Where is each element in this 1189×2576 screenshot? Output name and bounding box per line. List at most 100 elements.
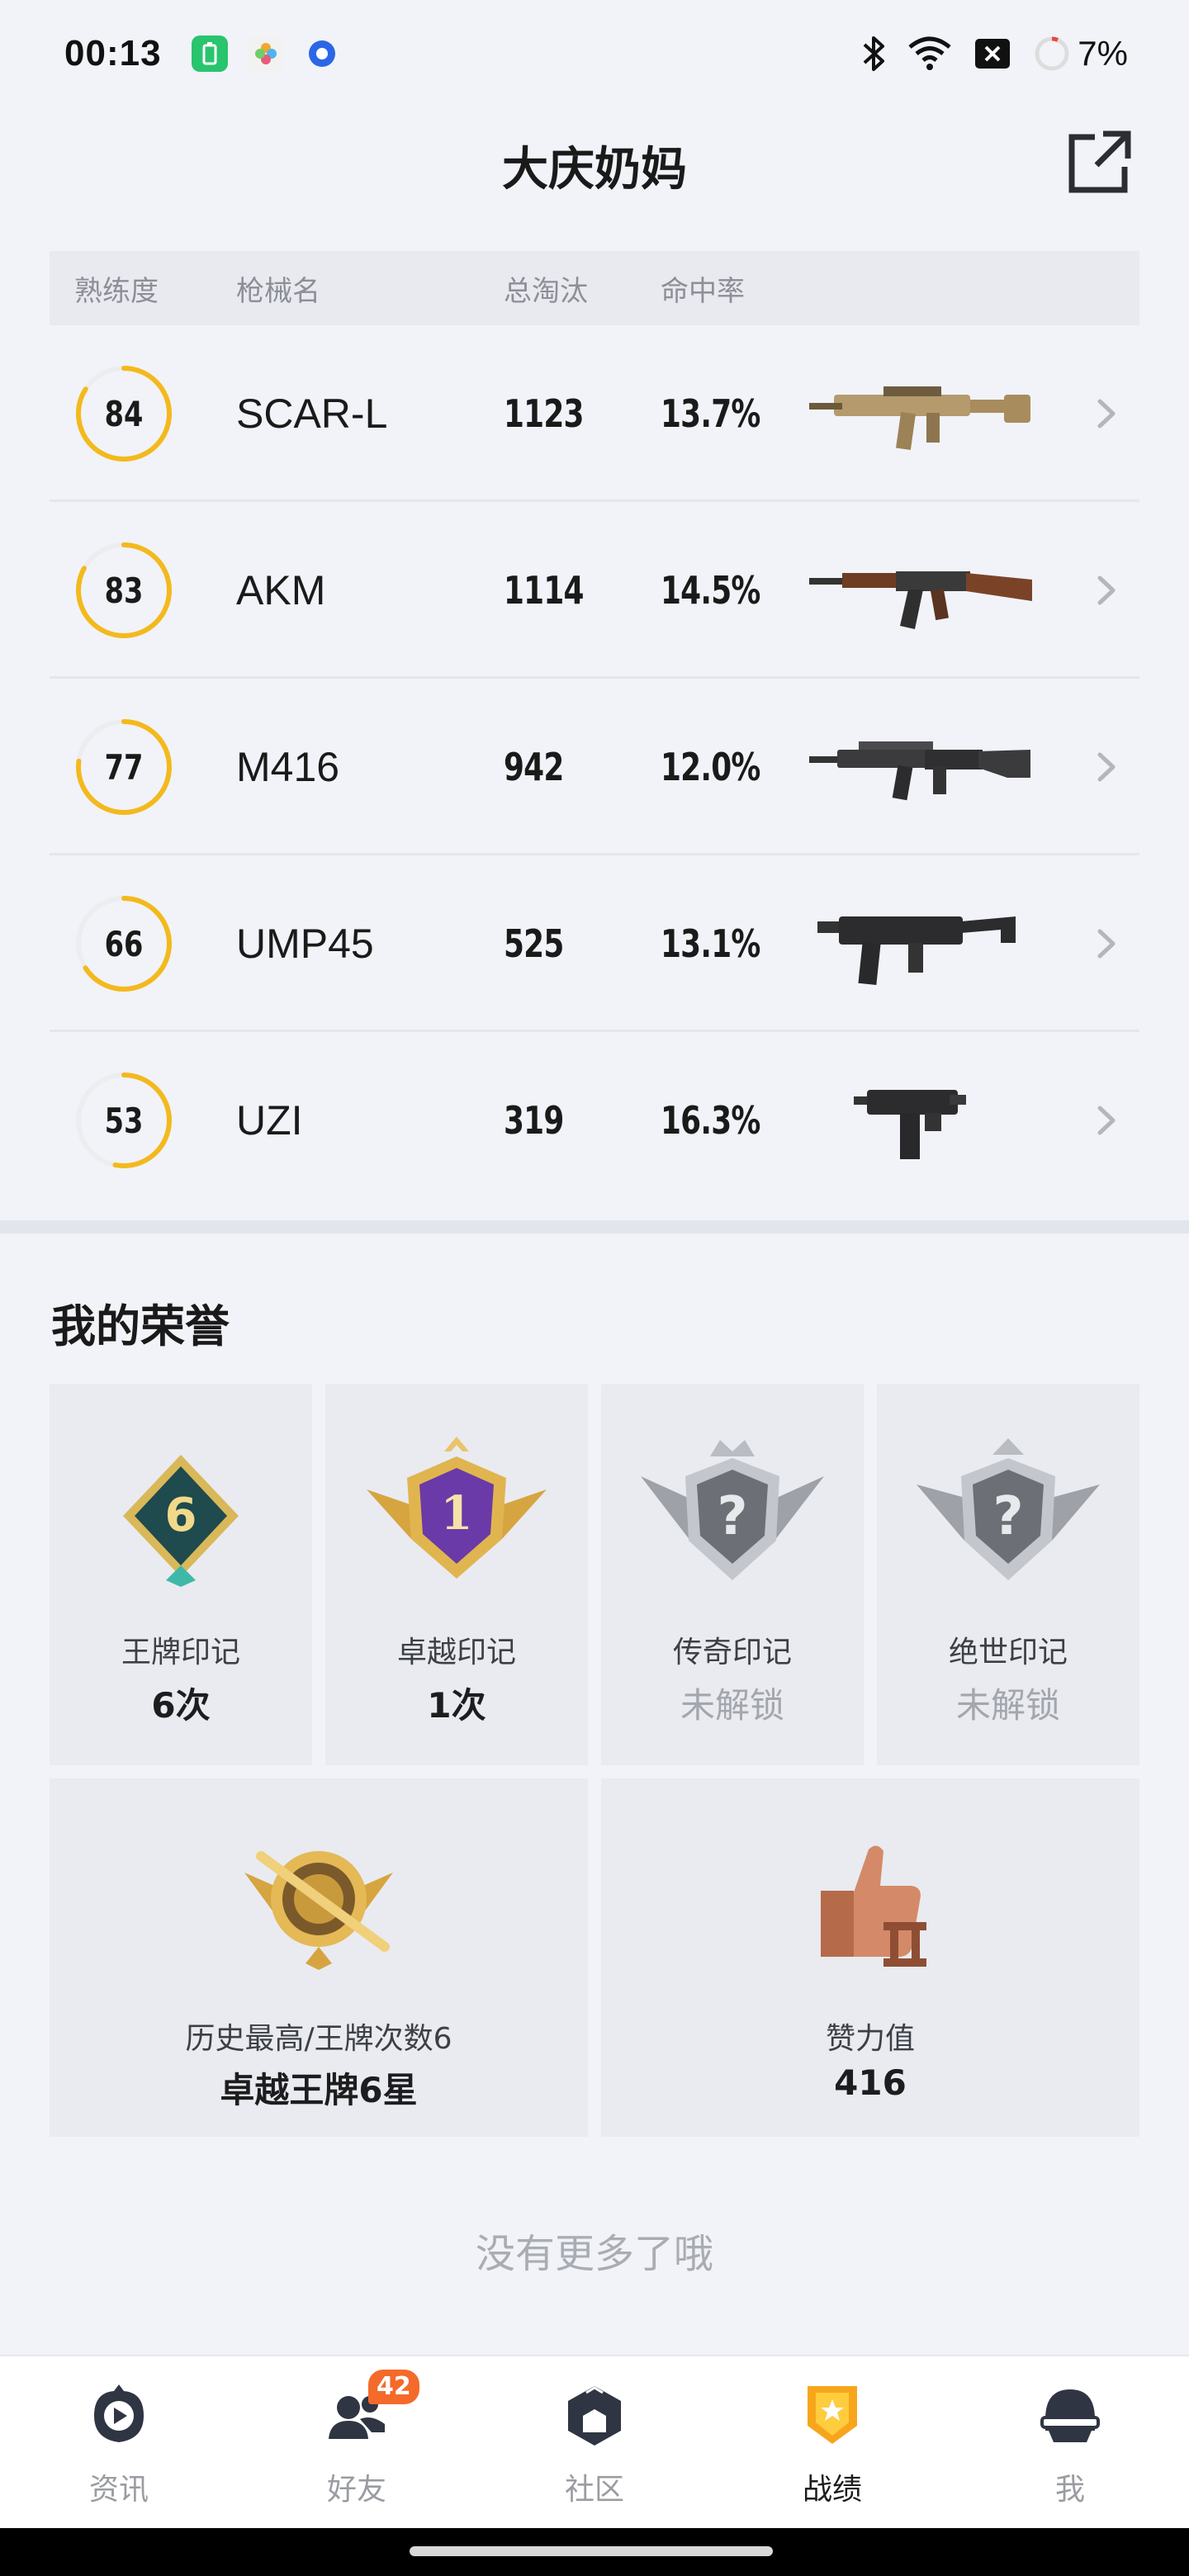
honor-card-legend-mark[interactable]: ? 传奇印记 未解锁 <box>601 1384 864 1765</box>
honor-label: 王牌印记 <box>121 1636 240 1669</box>
nav-label: 战绩 <box>802 2473 862 2507</box>
weapon-name: M416 <box>236 744 340 790</box>
honor-label: 传奇印记 <box>672 1636 792 1669</box>
uzi-gun-icon <box>854 1090 966 1159</box>
header: 大庆奶妈 <box>0 116 1189 215</box>
nav-item-community[interactable]: 社区 <box>476 2356 713 2528</box>
circle-app-icon <box>304 36 340 72</box>
weapon-kills: 319 <box>504 1098 564 1143</box>
honor-value: 卓越王牌6星 <box>220 2070 418 2110</box>
honor-value: 6次 <box>151 1685 211 1726</box>
ace-rank-badge-icon <box>244 1851 393 1970</box>
ump45-gun-icon <box>817 916 1016 986</box>
weapon-row[interactable]: 66 UMP45 525 13.1% <box>50 855 1139 1032</box>
weapon-name: AKM <box>236 567 326 613</box>
news-icon <box>94 2384 144 2442</box>
nav-item-friends[interactable]: 42 好友 <box>238 2356 476 2528</box>
chevron-right-icon <box>1097 575 1116 605</box>
ace-mark-badge-icon: 6 <box>123 1455 239 1587</box>
akm-gun-icon <box>809 571 1032 629</box>
proficiency-value: 53 <box>104 1100 144 1141</box>
battery-percentage: 7% <box>1078 34 1128 73</box>
honor-label: 赞力值 <box>825 2022 915 2056</box>
honor-card-peerless-mark[interactable]: ? 绝世印记 未解锁 <box>877 1384 1139 1765</box>
honor-card-best-rank[interactable]: 历史最高/王牌次数6 卓越王牌6星 <box>50 1778 588 2137</box>
weapon-hit-rate: 12.0% <box>661 745 760 789</box>
bottom-nav: 资讯 42 好友 社区 战绩 我 <box>0 2355 1189 2528</box>
svg-text:?: ? <box>992 1486 1023 1547</box>
weapon-kills: 1123 <box>504 391 585 436</box>
home-indicator[interactable] <box>410 2546 773 2556</box>
community-icon <box>568 2386 621 2446</box>
chevron-right-icon <box>1097 1106 1116 1135</box>
friends-count-badge: 42 <box>368 2370 419 2404</box>
nav-item-news[interactable]: 资讯 <box>0 2356 238 2528</box>
ace-mark-badge-number: 6 <box>165 1489 197 1542</box>
weapon-row[interactable]: 84 SCAR-L 1123 13.7% <box>50 325 1139 502</box>
nav-label: 社区 <box>564 2473 624 2507</box>
nav-label: 资讯 <box>88 2473 149 2507</box>
weapon-row[interactable]: 53 UZI 319 16.3% <box>50 1032 1139 1209</box>
proficiency-value: 83 <box>104 570 144 611</box>
excellence-mark-badge-icon: 1 <box>367 1437 547 1579</box>
excellence-mark-badge-number: 1 <box>441 1486 473 1541</box>
section-divider <box>0 1220 1189 1234</box>
weapon-hit-rate: 14.5% <box>661 568 760 613</box>
weapon-kills: 942 <box>504 745 564 789</box>
chevron-right-icon <box>1097 752 1116 782</box>
battery-app-icon <box>191 36 228 72</box>
peerless-mark-locked-icon: ? <box>917 1438 1100 1580</box>
column-proficiency: 熟练度 <box>74 274 159 308</box>
weapon-name: UZI <box>236 1097 303 1144</box>
share-icon <box>1068 130 1131 193</box>
thumbs-up-icon <box>821 1845 926 1967</box>
weapon-hit-rate: 13.7% <box>661 391 760 436</box>
bluetooth-icon <box>863 36 885 71</box>
honor-card-like-power[interactable]: 赞力值 416 <box>601 1778 1139 2137</box>
no-more-text: 没有更多了哦 <box>475 2231 713 2277</box>
weapon-hit-rate: 13.1% <box>661 921 760 966</box>
honor-label: 绝世印记 <box>948 1636 1068 1669</box>
status-right: 7% <box>861 34 1128 73</box>
scar-l-gun-icon <box>809 386 1030 451</box>
honor-label: 历史最高/王牌次数6 <box>185 2022 452 2056</box>
status-app-icons <box>191 36 340 72</box>
nav-item-profile[interactable]: 我 <box>951 2356 1189 2528</box>
honor-label: 卓越印记 <box>396 1636 516 1669</box>
battery-ring-icon <box>1035 36 1069 71</box>
wifi-icon <box>908 36 951 70</box>
status-time: 00:13 <box>64 33 162 73</box>
svg-text:?: ? <box>717 1486 747 1547</box>
nav-item-record[interactable]: 战绩 <box>713 2356 951 2528</box>
weapons-table: 熟练度 枪械名 总淘汰 命中率 84 SCAR-L 1123 13.7% 83 … <box>50 251 1139 1209</box>
column-kills: 总淘汰 <box>504 274 588 308</box>
weapon-row[interactable]: 83 AKM 1114 14.5% <box>50 502 1139 679</box>
honors-title: 我的荣誉 <box>51 1300 230 1352</box>
column-hit-rate: 命中率 <box>661 274 745 308</box>
nav-label: 好友 <box>326 2473 386 2507</box>
record-icon <box>808 2386 857 2444</box>
proficiency-value: 77 <box>104 746 144 788</box>
weapon-kills: 1114 <box>504 568 585 613</box>
profile-icon <box>1040 2389 1100 2442</box>
share-button[interactable] <box>1063 125 1136 198</box>
proficiency-value: 84 <box>104 393 144 434</box>
weapon-name: UMP45 <box>236 921 374 967</box>
chevron-right-icon <box>1097 929 1116 959</box>
legend-mark-locked-icon: ? <box>641 1440 824 1580</box>
proficiency-value: 66 <box>104 923 144 964</box>
chevron-right-icon <box>1097 399 1116 429</box>
flower-app-icon <box>247 36 284 72</box>
status-bar: 00:13 7% <box>0 0 1189 107</box>
honor-value: 未解锁 <box>955 1685 1060 1726</box>
column-weapon-name: 枪械名 <box>236 274 320 308</box>
weapon-name: SCAR-L <box>236 391 388 437</box>
weapon-row[interactable]: 77 M416 942 12.0% <box>50 679 1139 855</box>
honor-card-ace-mark[interactable]: 6 王牌印记 6次 <box>50 1384 312 1765</box>
weapons-column-header: 熟练度 枪械名 总淘汰 命中率 <box>50 251 1139 325</box>
honor-card-excellence-mark[interactable]: 1 卓越印记 1次 <box>325 1384 588 1765</box>
m416-gun-icon <box>809 741 1030 801</box>
x-box-icon <box>975 39 1011 69</box>
weapon-hit-rate: 16.3% <box>661 1098 760 1143</box>
honor-value: 1次 <box>427 1685 486 1726</box>
